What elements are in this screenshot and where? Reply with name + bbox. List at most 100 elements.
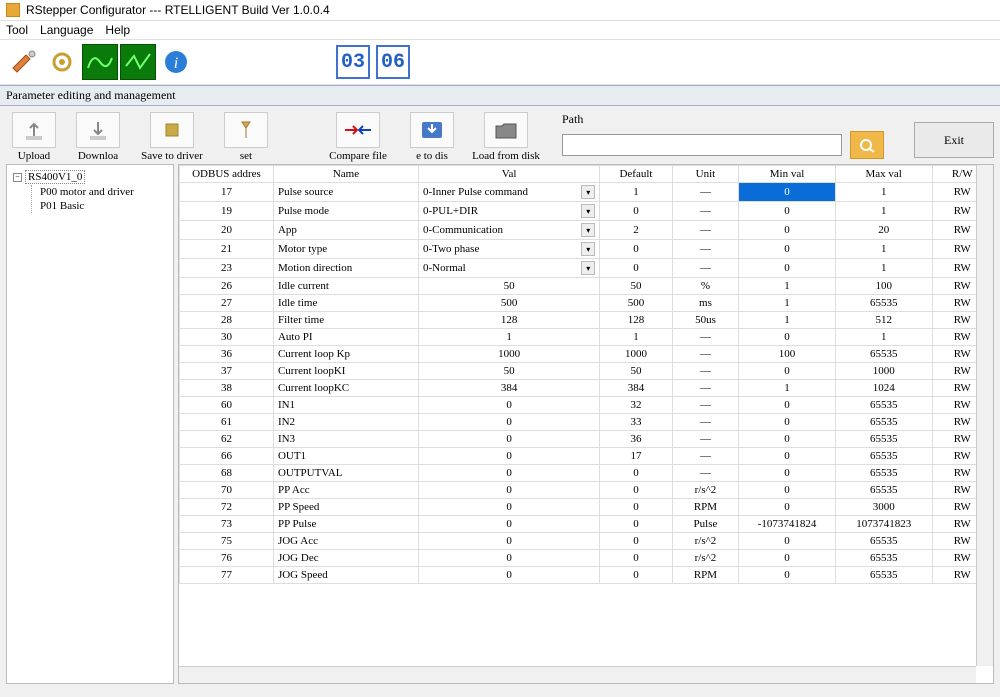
cell-val[interactable]: 0-Two phase▾ <box>418 240 599 259</box>
cell-max: 65535 <box>835 465 932 482</box>
col-name[interactable]: Name <box>273 166 418 183</box>
cell-val[interactable]: 50 <box>418 363 599 380</box>
cell-max: 1024 <box>835 380 932 397</box>
cell-val[interactable]: 128 <box>418 312 599 329</box>
cell-val[interactable]: 0-Communication▾ <box>418 221 599 240</box>
cell-val[interactable]: 500 <box>418 295 599 312</box>
cell-addr: 72 <box>180 499 274 516</box>
cell-val[interactable]: 0 <box>418 499 599 516</box>
cell-unit: ms <box>672 295 738 312</box>
chevron-down-icon[interactable]: ▾ <box>581 261 595 275</box>
col-default[interactable]: Default <box>600 166 673 183</box>
cell-val[interactable]: 0 <box>418 482 599 499</box>
tree-root-label[interactable]: RS400V1_0 <box>25 170 85 184</box>
load-from-disk-button[interactable]: Load from disk <box>468 112 544 162</box>
table-row[interactable]: 70PP Acc00r/s^2065535RW <box>180 482 993 499</box>
download-button[interactable]: Downloa <box>70 112 126 162</box>
table-row[interactable]: 75JOG Acc00r/s^2065535RW <box>180 533 993 550</box>
tool-info-icon[interactable]: i <box>158 44 194 80</box>
table-row[interactable]: 19Pulse mode0-PUL+DIR▾0—01RW <box>180 202 993 221</box>
table-row[interactable]: 36Current loop Kp10001000—10065535RW <box>180 346 993 363</box>
cell-val[interactable]: 0 <box>418 448 599 465</box>
col-val[interactable]: Val <box>418 166 599 183</box>
table-row[interactable]: 76JOG Dec00r/s^2065535RW <box>180 550 993 567</box>
table-row[interactable]: 66OUT1017—065535RW <box>180 448 993 465</box>
browse-button[interactable] <box>850 131 884 159</box>
table-row[interactable]: 68OUTPUTVAL00—065535RW <box>180 465 993 482</box>
cell-unit: — <box>672 240 738 259</box>
cell-min: 0 <box>739 482 836 499</box>
save-to-disk-button[interactable]: e to dis <box>404 112 460 162</box>
table-row[interactable]: 30Auto PI11—01RW <box>180 329 993 346</box>
menubar: Tool Language Help <box>0 21 1000 40</box>
tool-scope2-icon[interactable] <box>120 44 156 80</box>
chevron-down-icon[interactable]: ▾ <box>581 185 595 199</box>
table-row[interactable]: 17Pulse source0-Inner Pulse command▾1—01… <box>180 183 993 202</box>
table-row[interactable]: 37Current loopKI5050—01000RW <box>180 363 993 380</box>
cell-val[interactable]: 0 <box>418 550 599 567</box>
set-button[interactable]: set <box>218 112 274 162</box>
cell-name: PP Acc <box>273 482 418 499</box>
tool-scope1-icon[interactable] <box>82 44 118 80</box>
table-row[interactable]: 20App0-Communication▾2—020RW <box>180 221 993 240</box>
cell-val[interactable]: 384 <box>418 380 599 397</box>
table-row[interactable]: 26Idle current5050%1100RW <box>180 278 993 295</box>
menu-language[interactable]: Language <box>40 23 93 37</box>
cell-val[interactable]: 0-Inner Pulse command▾ <box>418 183 599 202</box>
cell-val[interactable]: 1000 <box>418 346 599 363</box>
col-minval[interactable]: Min val <box>739 166 836 183</box>
chevron-down-icon[interactable]: ▾ <box>581 204 595 218</box>
cell-val[interactable]: 1 <box>418 329 599 346</box>
upload-button[interactable]: Upload <box>6 112 62 162</box>
table-row[interactable]: 61IN2033—065535RW <box>180 414 993 431</box>
table-row[interactable]: 27Idle time500500ms165535RW <box>180 295 993 312</box>
cell-val[interactable]: 0 <box>418 431 599 448</box>
vertical-scrollbar[interactable] <box>976 165 993 666</box>
cell-min: -1073741824 <box>739 516 836 533</box>
cell-val[interactable]: 0 <box>418 465 599 482</box>
exit-button[interactable]: Exit <box>914 122 994 158</box>
menu-help[interactable]: Help <box>105 23 130 37</box>
cell-max: 65535 <box>835 567 932 584</box>
cell-default: 0 <box>600 202 673 221</box>
table-row[interactable]: 23Motion direction0-Normal▾0—01RW <box>180 259 993 278</box>
table-row[interactable]: 77JOG Speed00RPM065535RW <box>180 567 993 584</box>
chevron-down-icon[interactable]: ▾ <box>581 223 595 237</box>
tree-collapse-icon[interactable]: − <box>13 173 22 182</box>
menu-tool[interactable]: Tool <box>6 23 28 37</box>
tool-gear-icon[interactable] <box>44 44 80 80</box>
col-addr[interactable]: ODBUS addres <box>180 166 274 183</box>
compare-file-button[interactable]: Compare file <box>320 112 396 162</box>
cell-min: 1 <box>739 278 836 295</box>
cell-name: PP Pulse <box>273 516 418 533</box>
tree-child-0[interactable]: P00 motor and driver <box>40 185 169 199</box>
cell-val[interactable]: 0 <box>418 567 599 584</box>
table-row[interactable]: 62IN3036—065535RW <box>180 431 993 448</box>
cell-max: 100 <box>835 278 932 295</box>
table-row[interactable]: 38Current loopKC384384—11024RW <box>180 380 993 397</box>
cell-val[interactable]: 0 <box>418 516 599 533</box>
cell-val[interactable]: 0 <box>418 414 599 431</box>
col-unit[interactable]: Unit <box>672 166 738 183</box>
table-row[interactable]: 60IN1032—065535RW <box>180 397 993 414</box>
cell-val[interactable]: 50 <box>418 278 599 295</box>
cell-val[interactable]: 0 <box>418 397 599 414</box>
table-row[interactable]: 73PP Pulse00Pulse-10737418241073741823RW <box>180 516 993 533</box>
cell-val[interactable]: 0-PUL+DIR▾ <box>418 202 599 221</box>
cell-name: Idle time <box>273 295 418 312</box>
table-row[interactable]: 28Filter time12812850us1512RW <box>180 312 993 329</box>
path-input[interactable] <box>562 134 842 156</box>
cell-val[interactable]: 0 <box>418 533 599 550</box>
col-maxval[interactable]: Max val <box>835 166 932 183</box>
table-row[interactable]: 72PP Speed00RPM03000RW <box>180 499 993 516</box>
horizontal-scrollbar[interactable] <box>179 666 976 683</box>
chevron-down-icon[interactable]: ▾ <box>581 242 595 256</box>
cell-unit: — <box>672 259 738 278</box>
parameter-table: ODBUS addres Name Val Default Unit Min v… <box>179 165 993 584</box>
tree-child-1[interactable]: P01 Basic <box>40 199 169 213</box>
save-to-driver-button[interactable]: Save to driver <box>134 112 210 162</box>
cell-val[interactable]: 0-Normal▾ <box>418 259 599 278</box>
tool-connect-icon[interactable] <box>6 44 42 80</box>
tree-root-node[interactable]: − RS400V1_0 <box>13 169 169 185</box>
table-row[interactable]: 21Motor type0-Two phase▾0—01RW <box>180 240 993 259</box>
